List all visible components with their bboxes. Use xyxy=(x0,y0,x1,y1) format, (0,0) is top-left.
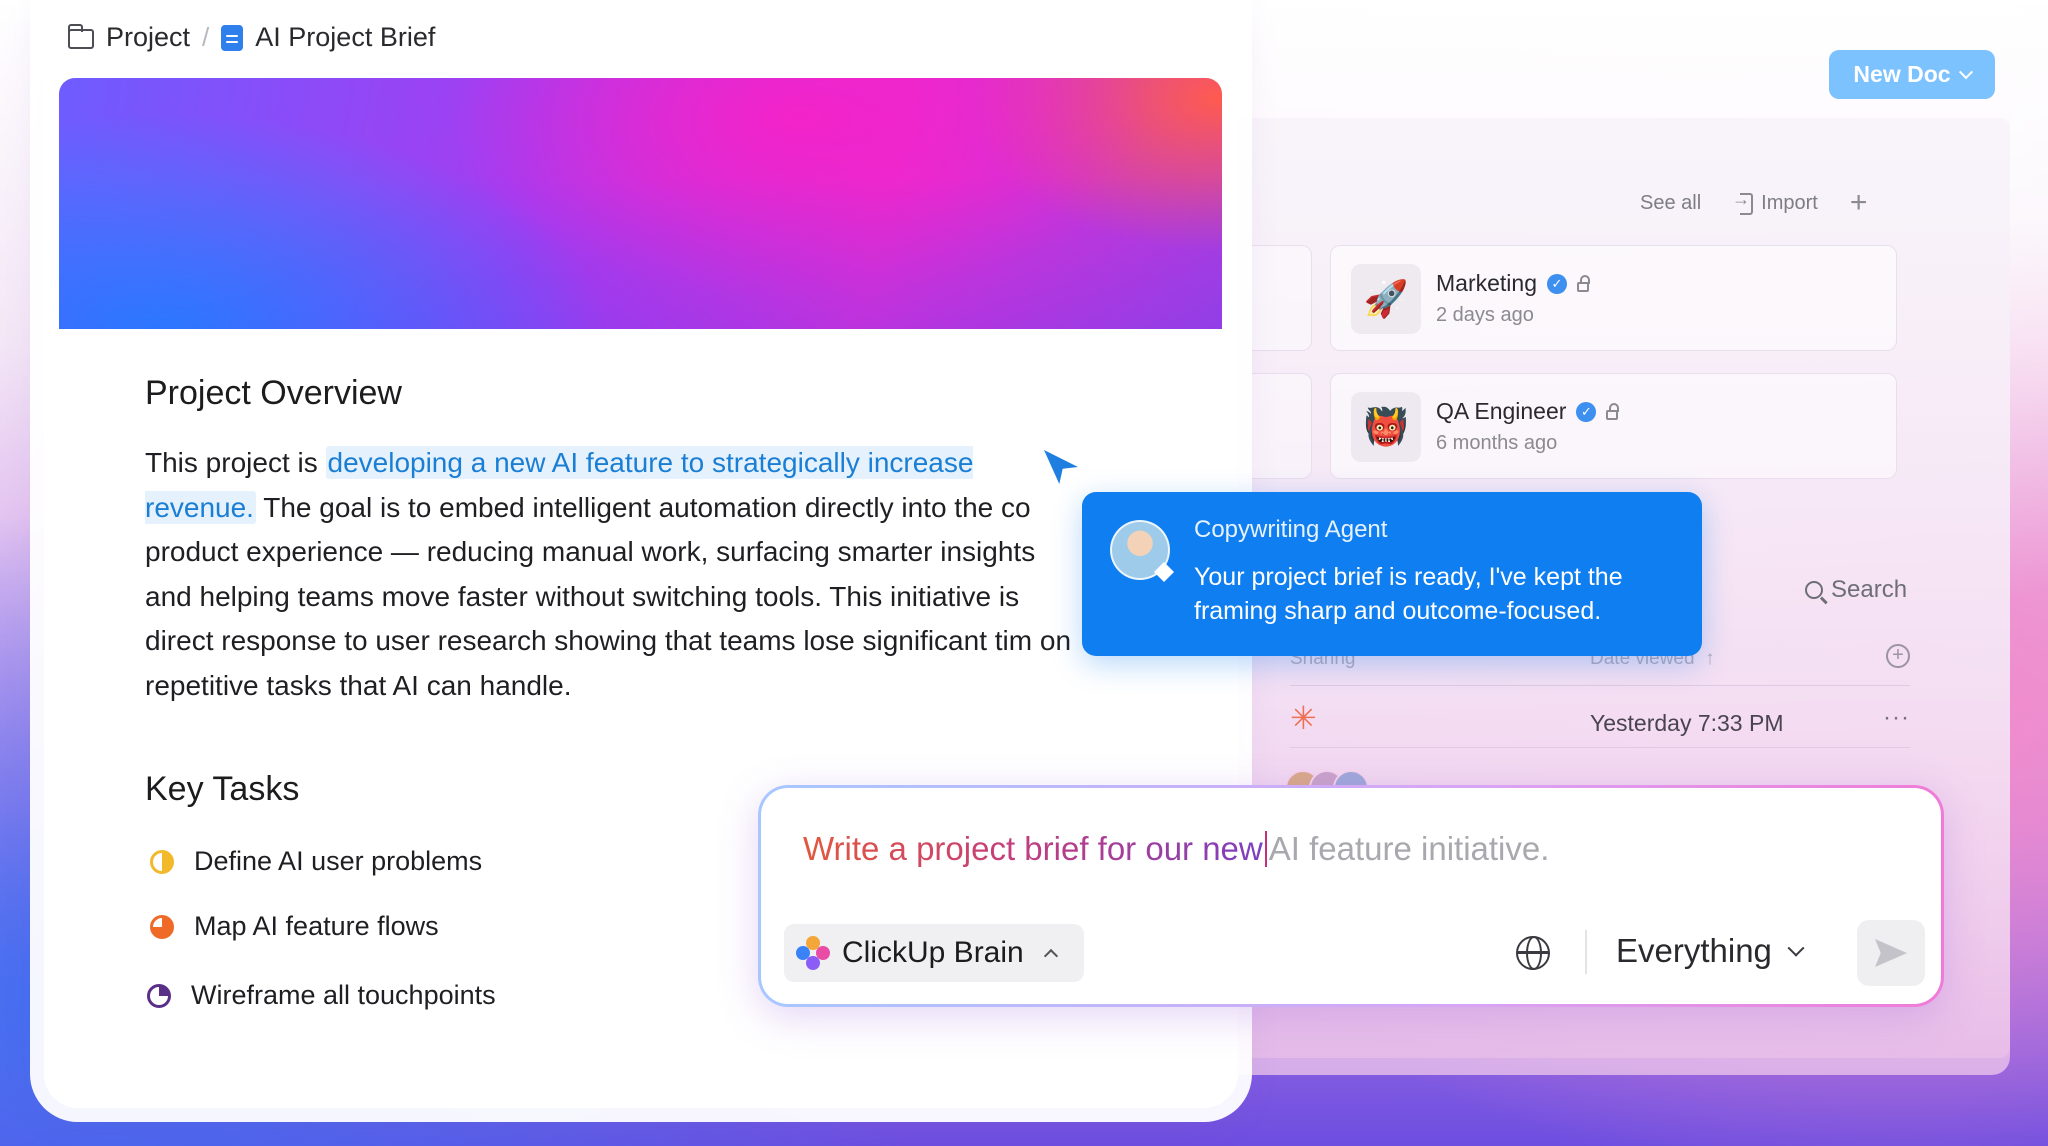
rocket-icon: 🚀 xyxy=(1351,264,1421,334)
see-all-link[interactable]: See all xyxy=(1640,192,1701,215)
agent-name: Copywriting Agent xyxy=(1194,516,1388,543)
import-icon xyxy=(1732,189,1754,215)
divider xyxy=(1585,930,1587,974)
import-button[interactable]: Import xyxy=(1732,189,1818,215)
task-label: Wireframe all touchpoints xyxy=(191,980,496,1010)
document-icon xyxy=(221,24,244,51)
cover-overlay xyxy=(59,78,1222,329)
three-quarter-circle-status-icon[interactable] xyxy=(150,914,174,939)
clickup-brain-logo-icon xyxy=(796,936,830,970)
monster-icon: 👹 xyxy=(1351,392,1421,462)
task-item[interactable]: Wireframe all touchpoints xyxy=(147,980,496,1011)
scope-label: Everything xyxy=(1616,932,1772,969)
recent-doc-title: QA Engineer ✓ xyxy=(1436,398,1620,425)
folder-icon xyxy=(67,23,94,49)
half-circle-status-icon[interactable] xyxy=(150,849,174,874)
verified-icon: ✓ xyxy=(1576,401,1597,422)
see-all-label: See all xyxy=(1640,191,1702,214)
overview-rest: The goal is to embed intelligent automat… xyxy=(145,491,1072,701)
lock-icon xyxy=(1606,402,1620,420)
breadcrumb: Project / AI Project Brief xyxy=(67,22,435,53)
prompt-typed-text: Write a project brief for our new xyxy=(803,830,1263,867)
sparkle-icon: ✳ xyxy=(1290,700,1317,736)
plus-icon[interactable]: + xyxy=(1850,188,1868,218)
verified-icon: ✓ xyxy=(1546,273,1567,294)
text-caret xyxy=(1264,831,1267,867)
globe-icon[interactable] xyxy=(1516,936,1550,970)
recent-doc-card[interactable]: 🚀 Marketing ✓ 2 days ago xyxy=(1330,245,1897,351)
task-label: Define AI user problems xyxy=(194,846,483,876)
key-tasks-heading: Key Tasks xyxy=(145,770,300,808)
prompt-input[interactable]: Write a project brief for our new AI fea… xyxy=(803,830,1549,868)
recent-doc-name: Marketing xyxy=(1436,270,1537,296)
breadcrumb-doc-title[interactable]: AI Project Brief xyxy=(255,22,435,53)
card-stub xyxy=(1240,373,1312,479)
overview-paragraph[interactable]: This project is developing a new AI feat… xyxy=(145,441,1085,711)
overview-heading: Project Overview xyxy=(145,374,402,412)
import-label: Import xyxy=(1761,191,1818,214)
chevron-down-icon xyxy=(1787,939,1805,957)
sort-arrow-icon: ↑ xyxy=(1705,648,1715,669)
breadcrumb-separator: / xyxy=(202,22,210,52)
quarter-circle-status-icon[interactable] xyxy=(147,983,171,1008)
table-row[interactable]: ✳ Yesterday 7:33 PM ··· xyxy=(1290,700,1910,748)
agent-notification[interactable]: Copywriting Agent Your project brief is … xyxy=(1082,492,1702,656)
scope-dropdown[interactable]: Everything xyxy=(1616,932,1805,970)
lock-icon xyxy=(1576,274,1590,292)
recent-doc-time: 2 days ago xyxy=(1436,304,1534,326)
brain-label: ClickUp Brain xyxy=(842,936,1024,969)
recent-doc-time: 6 months ago xyxy=(1436,432,1558,454)
search-label: Search xyxy=(1831,576,1908,603)
agent-avatar xyxy=(1110,520,1170,580)
task-item[interactable]: Define AI user problems xyxy=(150,846,482,877)
new-doc-label: New Doc xyxy=(1853,61,1951,87)
more-options-icon[interactable]: ··· xyxy=(1883,704,1910,732)
recent-doc-name: QA Engineer xyxy=(1436,398,1567,424)
recent-doc-title: Marketing ✓ xyxy=(1436,270,1590,297)
row-date: Yesterday 7:33 PM xyxy=(1590,710,1784,736)
send-icon[interactable] xyxy=(1857,920,1925,986)
add-column-icon[interactable]: + xyxy=(1886,644,1910,668)
clickup-brain-selector[interactable]: ClickUp Brain xyxy=(784,924,1084,982)
chevron-up-icon xyxy=(1043,948,1058,964)
search-icon xyxy=(1805,581,1823,599)
docs-search[interactable]: Search xyxy=(1805,576,1907,604)
card-stub xyxy=(1240,245,1312,351)
recent-doc-card[interactable]: 👹 QA Engineer ✓ 6 months ago xyxy=(1330,373,1897,479)
new-doc-button[interactable]: New Doc xyxy=(1829,50,1995,99)
overview-prefix: This project is xyxy=(145,447,326,478)
prompt-suggestion: AI feature initiative. xyxy=(1268,830,1550,867)
ai-prompt-inner: Write a project brief for our new AI fea… xyxy=(761,788,1941,1004)
recent-toolbar: See all Import + xyxy=(1640,188,1867,218)
ai-prompt-bar: Write a project brief for our new AI fea… xyxy=(758,785,1944,1007)
chevron-down-icon xyxy=(1958,64,1973,79)
task-label: Map AI feature flows xyxy=(194,911,439,941)
task-item[interactable]: Map AI feature flows xyxy=(150,911,439,942)
breadcrumb-project[interactable]: Project xyxy=(106,22,190,53)
agent-message: Your project brief is ready, I've kept t… xyxy=(1194,563,1623,625)
